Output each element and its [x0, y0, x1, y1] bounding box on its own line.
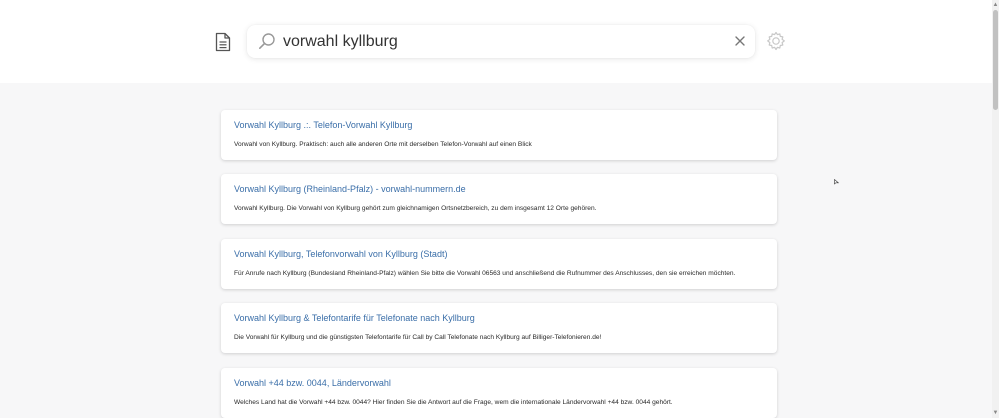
- result-title-link[interactable]: Vorwahl Kyllburg, Telefonvorwahl von Kyl…: [234, 249, 447, 259]
- close-icon[interactable]: [733, 34, 747, 48]
- result-snippet: Vorwahl Kyllburg. Die Vorwahl von Kyllbu…: [234, 205, 597, 212]
- result-title-link[interactable]: Vorwahl Kyllburg (Rheinland-Pfalz) - vor…: [234, 184, 466, 194]
- result-title-link[interactable]: Vorwahl Kyllburg & Telefontarife für Tel…: [234, 313, 475, 323]
- result-card[interactable]: Vorwahl Kyllburg, Telefonvorwahl von Kyl…: [221, 239, 777, 289]
- scrollbar-thumb[interactable]: [993, 10, 998, 110]
- search-box[interactable]: [247, 25, 755, 58]
- result-card[interactable]: Vorwahl Kyllburg (Rheinland-Pfalz) - vor…: [221, 174, 777, 224]
- result-snippet: Für Anrufe nach Kyllburg (Bundesland Rhe…: [234, 270, 736, 277]
- result-snippet: Die Vorwahl für Kyllburg und die günstig…: [234, 334, 602, 341]
- result-snippet: Vorwahl von Kyllburg. Praktisch: auch al…: [234, 141, 532, 148]
- result-card[interactable]: Vorwahl +44 bzw. 0044, Ländervorwahl Wel…: [221, 368, 777, 418]
- mouse-pointer-icon: [834, 172, 840, 185]
- document-icon[interactable]: [213, 30, 233, 54]
- result-card[interactable]: Vorwahl Kyllburg .:. Telefon-Vorwahl Kyl…: [221, 110, 777, 160]
- scroll-up-icon[interactable]: ▲: [992, 2, 999, 8]
- result-snippet: Welches Land hat die Vorwahl +44 bzw. 00…: [234, 399, 673, 406]
- scroll-down-icon[interactable]: ▼: [992, 410, 999, 416]
- gear-icon[interactable]: [766, 31, 786, 51]
- vertical-scrollbar[interactable]: ▲ ▼: [992, 0, 999, 418]
- result-title-link[interactable]: Vorwahl +44 bzw. 0044, Ländervorwahl: [234, 378, 391, 388]
- search-input[interactable]: [283, 28, 713, 55]
- result-title-link[interactable]: Vorwahl Kyllburg .:. Telefon-Vorwahl Kyl…: [234, 120, 412, 130]
- result-card[interactable]: Vorwahl Kyllburg & Telefontarife für Tel…: [221, 303, 777, 353]
- header-bar: [0, 0, 992, 83]
- search-icon: [258, 32, 276, 50]
